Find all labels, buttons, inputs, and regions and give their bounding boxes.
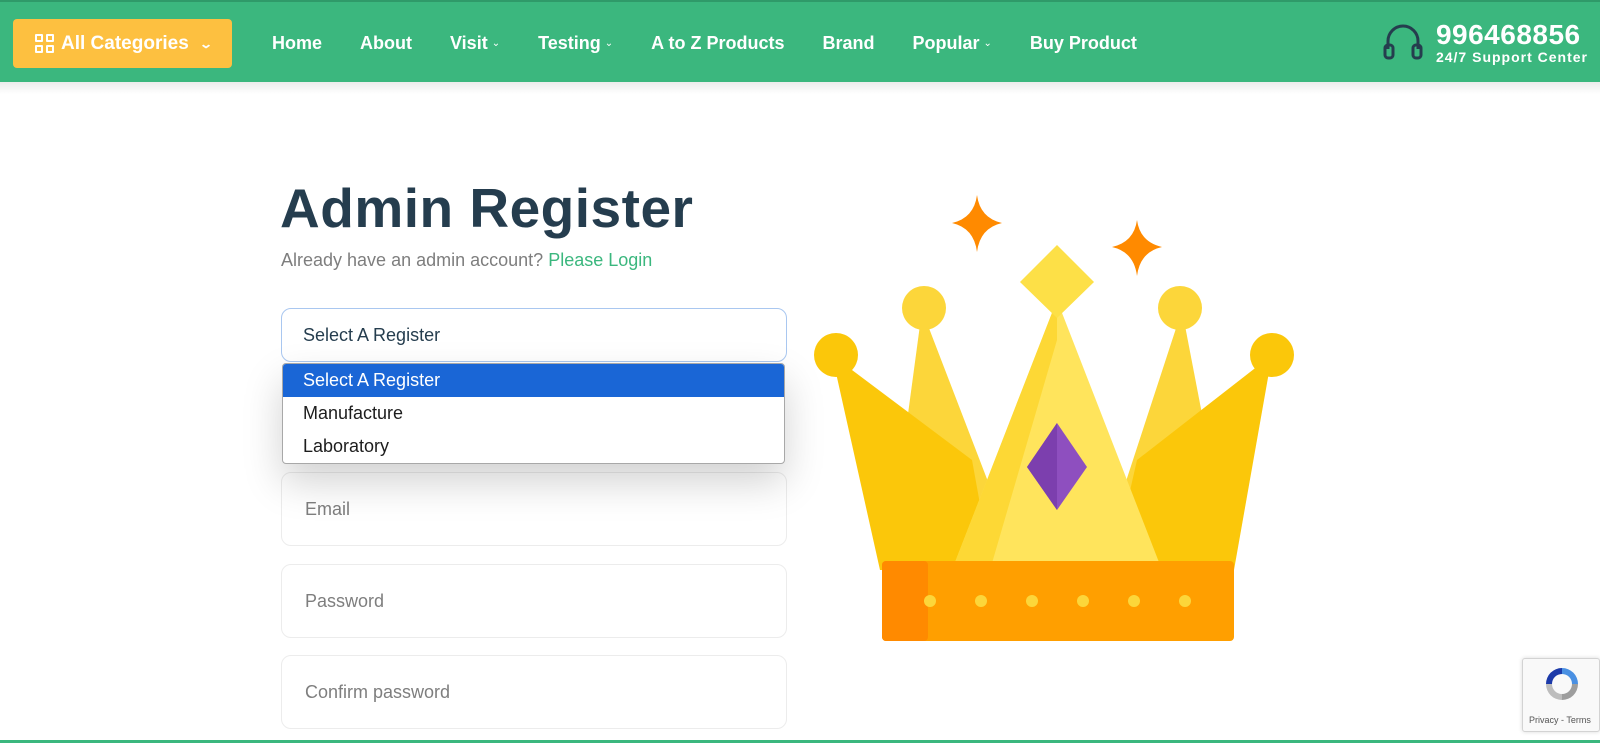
- email-input[interactable]: [305, 498, 786, 520]
- nav-testing-label: Testing: [538, 32, 601, 53]
- recaptcha-links[interactable]: Privacy - Terms: [1529, 715, 1591, 725]
- caret-down-icon: ⌄: [491, 37, 501, 49]
- top-navbar: All Categories ⌄ Home About Visit ⌄ Testi…: [0, 0, 1600, 82]
- login-prompt-text: Already have an admin account?: [281, 250, 544, 270]
- support-phone: 996468856: [1435, 19, 1581, 50]
- register-type-dropdown: Select A Register Manufacture Laboratory: [282, 363, 785, 464]
- chevron-down-icon: ⌄: [198, 36, 213, 51]
- password-input[interactable]: [305, 590, 786, 612]
- main-nav: Home About Visit ⌄ Testing ⌄ A to Z Produc…: [272, 2, 1175, 84]
- nav-brand[interactable]: Brand: [822, 33, 874, 54]
- support-subtitle: 24/7 Support Center: [1435, 49, 1588, 65]
- confirm-password-field[interactable]: [281, 655, 787, 729]
- register-type-value: Select A Register: [303, 324, 441, 345]
- headset-icon: [1383, 24, 1423, 60]
- caret-down-icon: ⌄: [983, 37, 992, 49]
- nav-brand-label: Brand: [822, 32, 875, 53]
- password-field[interactable]: [281, 564, 787, 638]
- register-type-select[interactable]: Select A Register: [281, 308, 787, 362]
- recaptcha-icon: [1546, 668, 1578, 700]
- nav-visit[interactable]: Visit ⌄: [450, 33, 500, 54]
- caret-down-icon: ⌄: [604, 37, 614, 49]
- nav-testing[interactable]: Testing ⌄: [538, 33, 613, 54]
- nav-about-label: About: [360, 32, 412, 53]
- nav-visit-label: Visit: [450, 32, 488, 53]
- navbar-shadow: [0, 82, 1600, 94]
- option-manufacture[interactable]: Manufacture: [283, 397, 784, 430]
- nav-a-to-z-products[interactable]: A to Z Products: [651, 33, 784, 54]
- all-categories-button[interactable]: All Categories ⌄: [13, 19, 232, 68]
- all-categories-label: All Categories: [61, 32, 189, 54]
- please-login-link[interactable]: Please Login: [548, 250, 652, 270]
- nav-buy-product[interactable]: Buy Product: [1030, 33, 1137, 54]
- email-field[interactable]: [281, 472, 787, 546]
- nav-popular[interactable]: Popular ⌄: [913, 33, 992, 54]
- nav-home[interactable]: Home: [272, 33, 322, 54]
- crown-illustration: [814, 195, 1294, 641]
- grid-icon: [35, 33, 55, 54]
- nav-a-to-z-label: A to Z Products: [651, 32, 785, 53]
- support-contact: 996468856 24/7 Support Center: [1382, 20, 1588, 64]
- option-laboratory[interactable]: Laboratory: [283, 430, 784, 463]
- confirm-password-input[interactable]: [305, 681, 786, 703]
- nav-about[interactable]: About: [360, 33, 412, 54]
- nav-home-label: Home: [272, 32, 323, 53]
- page-title: Admin Register: [280, 177, 694, 239]
- nav-buy-product-label: Buy Product: [1029, 32, 1137, 53]
- recaptcha-badge[interactable]: Privacy - Terms: [1522, 658, 1600, 732]
- nav-popular-label: Popular: [912, 32, 980, 53]
- login-prompt: Already have an admin account? Please Lo…: [281, 250, 652, 271]
- option-select-a-register[interactable]: Select A Register: [283, 364, 784, 397]
